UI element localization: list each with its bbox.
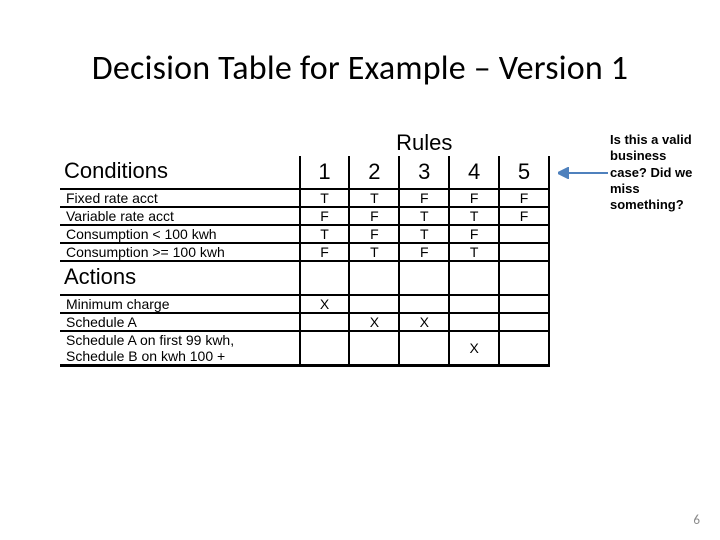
annotation-text: Is this a valid business case? Did we mi… [610, 132, 705, 213]
condition-value: T [449, 243, 499, 261]
action-value [449, 313, 499, 331]
condition-value: F [349, 225, 399, 243]
condition-value: F [300, 207, 350, 225]
condition-value: T [300, 189, 350, 207]
rule-col-2: 2 [349, 156, 399, 189]
action-value [499, 313, 549, 331]
condition-value: F [449, 189, 499, 207]
action-label: Schedule A [60, 313, 300, 331]
condition-value: F [499, 207, 549, 225]
action-label: Minimum charge [60, 295, 300, 313]
condition-value: F [300, 243, 350, 261]
condition-label: Consumption < 100 kwh [60, 225, 300, 243]
condition-value: F [399, 189, 449, 207]
condition-label: Variable rate acct [60, 207, 300, 225]
page-number: 6 [693, 513, 700, 528]
action-value: X [300, 295, 350, 313]
action-value: X [349, 313, 399, 331]
action-value [349, 295, 399, 313]
condition-value: F [349, 207, 399, 225]
condition-value [499, 243, 549, 261]
rule-col-4: 4 [449, 156, 499, 189]
action-value [349, 331, 399, 366]
condition-label: Consumption >= 100 kwh [60, 243, 300, 261]
rule-col-1: 1 [300, 156, 350, 189]
condition-value: T [349, 189, 399, 207]
condition-value: F [499, 189, 549, 207]
decision-table: Rules Conditions 1 2 3 4 5 Fixed rate ac… [60, 130, 550, 367]
condition-value: T [349, 243, 399, 261]
action-value [300, 313, 350, 331]
page-title: Decision Table for Example – Version 1 [0, 48, 720, 89]
actions-header: Actions [60, 261, 300, 295]
action-value [399, 295, 449, 313]
condition-value: T [449, 207, 499, 225]
action-label: Schedule A on first 99 kwh, Schedule B o… [60, 331, 300, 366]
condition-value: T [399, 225, 449, 243]
action-value: X [449, 331, 499, 366]
arrow-left-icon [558, 167, 608, 179]
action-value [300, 331, 350, 366]
action-value [399, 331, 449, 366]
action-value [449, 295, 499, 313]
slide: Decision Table for Example – Version 1 R… [0, 0, 720, 540]
rules-header: Rules [300, 130, 549, 156]
conditions-header: Conditions [60, 156, 300, 189]
condition-value: F [449, 225, 499, 243]
condition-value: T [300, 225, 350, 243]
condition-value [499, 225, 549, 243]
action-value [499, 331, 549, 366]
rule-col-3: 3 [399, 156, 449, 189]
condition-label: Fixed rate acct [60, 189, 300, 207]
rule-col-5: 5 [499, 156, 549, 189]
action-value [499, 295, 549, 313]
condition-value: F [399, 243, 449, 261]
condition-value: T [399, 207, 449, 225]
action-value: X [399, 313, 449, 331]
